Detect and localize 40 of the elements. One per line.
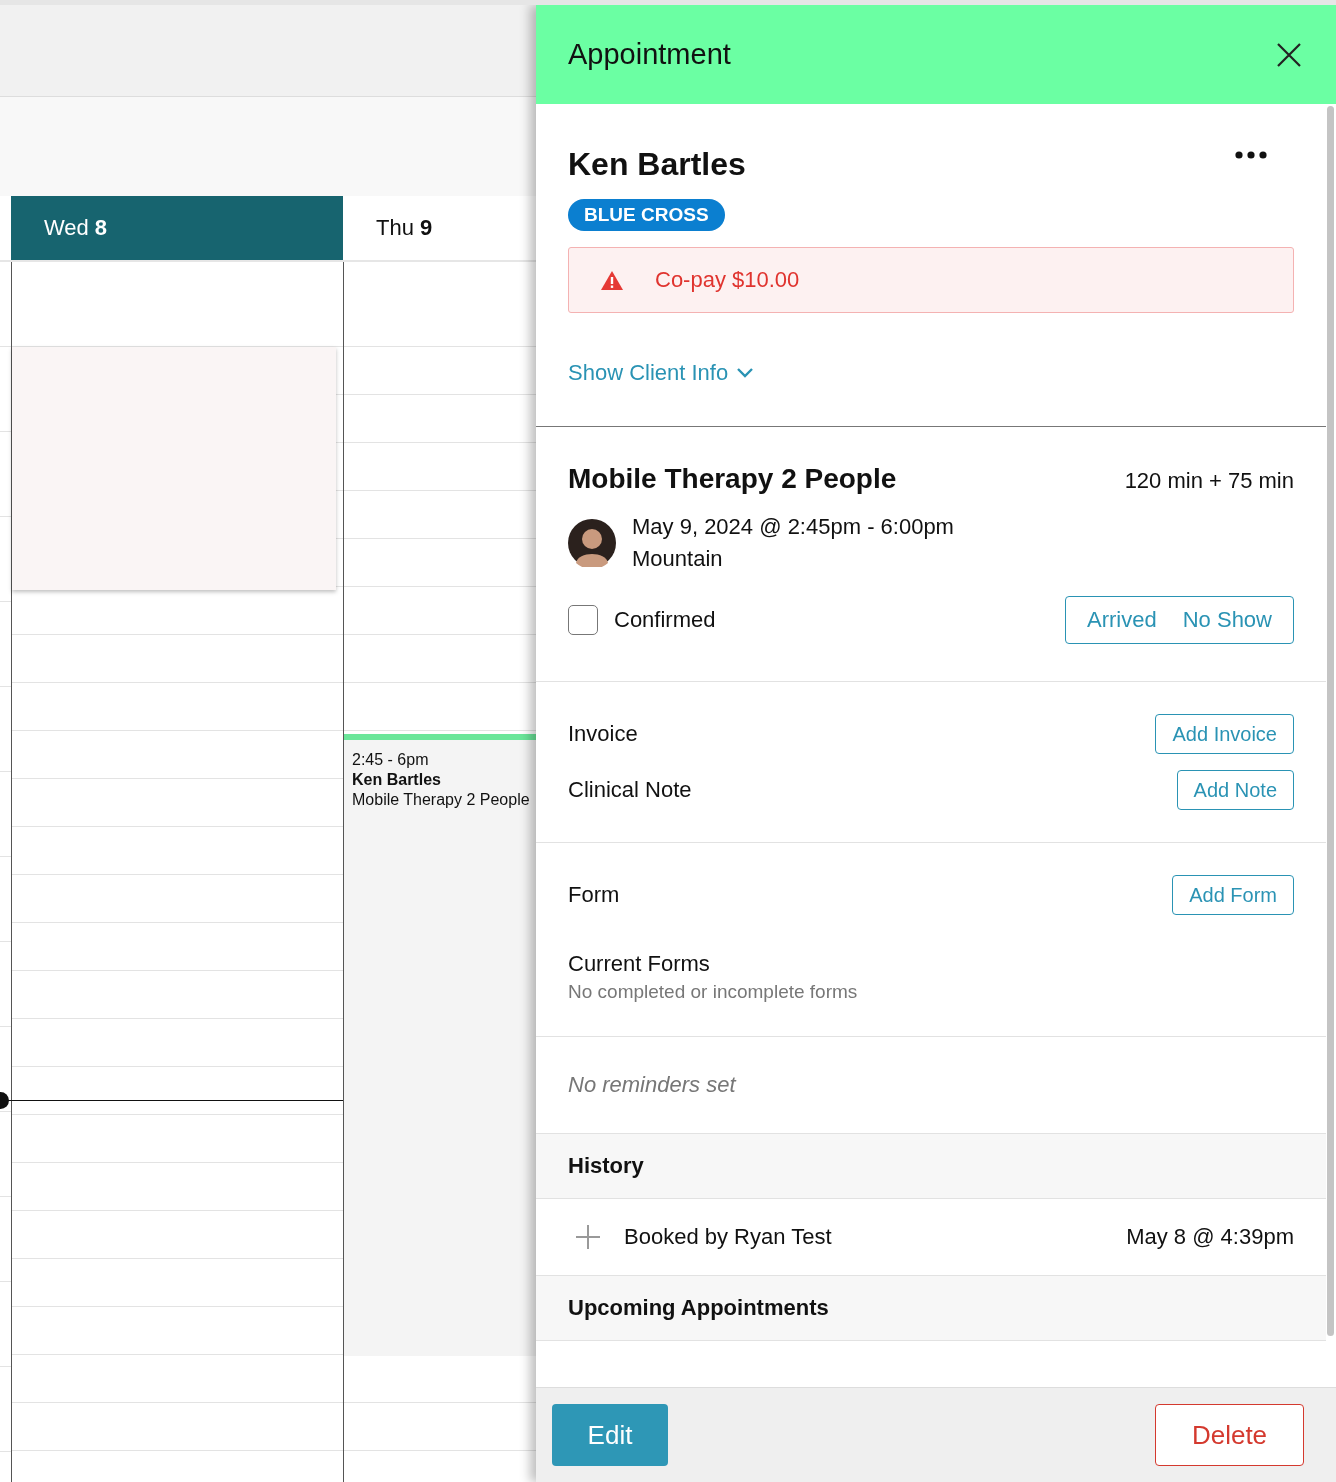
reminders-text: No reminders set [568, 1072, 736, 1098]
history-time: May 8 @ 4:39pm [1126, 1224, 1294, 1250]
alert-text: Co-pay $10.00 [655, 267, 800, 293]
scrollbar[interactable] [1327, 106, 1334, 1336]
document-label: Clinical Note [568, 777, 692, 803]
duration: 120 min + 75 min [1124, 468, 1294, 494]
status-button[interactable]: Arrived [1074, 607, 1170, 633]
show-client-info-link[interactable]: Show Client Info [568, 360, 755, 386]
event-service: Mobile Therapy 2 People [352, 790, 531, 810]
event-card[interactable]: 2:45 - 6pm Ken Bartles Mobile Therapy 2 People [344, 734, 536, 1356]
form-label: Form [568, 882, 620, 908]
confirmed-checkbox[interactable] [568, 605, 598, 635]
add-form-button[interactable]: Add Form [1172, 875, 1294, 915]
service-name: Mobile Therapy 2 People [568, 463, 897, 495]
event-client: Ken Bartles [352, 770, 442, 790]
status-button[interactable]: No Show [1169, 607, 1285, 633]
empty-forms-text: No completed or incomplete forms [568, 981, 859, 1003]
history-entry: Booked by Ryan Test [624, 1224, 832, 1250]
confirmed-label: Confirmed [614, 607, 716, 633]
timezone: Mountain [632, 545, 724, 573]
event-time: 2:45 - 6pm [352, 750, 430, 770]
insurance-badge: BLUE CROSS [568, 199, 725, 231]
appointment-datetime: May 9, 2024 @ 2:45pm - 6:00pm [632, 513, 954, 541]
current-forms-title: Current Forms [568, 951, 711, 977]
edit-button[interactable]: Edit [552, 1404, 668, 1466]
client-name: Ken Bartles [568, 146, 746, 183]
plus-icon [574, 1223, 602, 1251]
history-title: History [568, 1153, 644, 1179]
chevron-down-icon [736, 367, 755, 379]
add-button[interactable]: Add Invoice [1155, 714, 1294, 754]
upcoming-title: Upcoming Appointments [568, 1295, 829, 1321]
day-header[interactable]: Wed 8 [11, 196, 343, 260]
avatar [568, 519, 616, 567]
close-icon[interactable] [1276, 41, 1302, 68]
document-label: Invoice [568, 721, 638, 747]
warning-icon [600, 269, 624, 291]
delete-button[interactable]: Delete [1155, 1404, 1304, 1466]
add-button[interactable]: Add Note [1176, 770, 1294, 810]
more-icon[interactable] [1234, 150, 1268, 160]
panel-title: Appointment [568, 38, 731, 71]
